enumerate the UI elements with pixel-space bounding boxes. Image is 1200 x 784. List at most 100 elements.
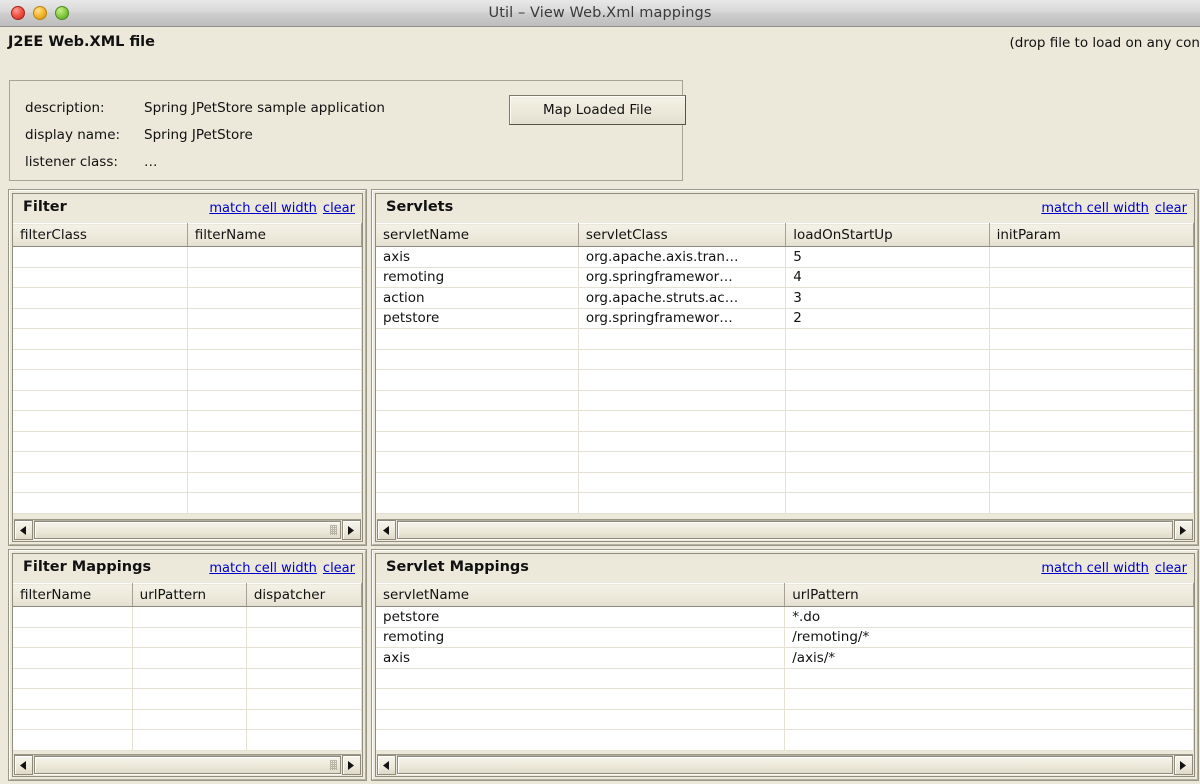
filter-mappings-match-cell-width-link[interactable]: match cell width <box>209 561 317 576</box>
table-cell[interactable] <box>785 369 990 391</box>
column-header-loadOnStartUp[interactable]: loadOnStartUp <box>785 223 990 247</box>
table-row-empty[interactable] <box>13 431 362 452</box>
table-cell[interactable] <box>187 472 362 493</box>
map-loaded-file-button[interactable]: Map Loaded File <box>509 95 686 125</box>
table-cell[interactable] <box>246 688 362 710</box>
table-cell[interactable]: org.springframewor… <box>578 267 787 288</box>
zoom-button[interactable] <box>55 6 69 20</box>
filter-mappings-scroll-track[interactable] <box>34 755 341 775</box>
table-cell[interactable] <box>187 349 362 370</box>
table-cell[interactable] <box>784 729 1194 751</box>
scroll-left-icon[interactable] <box>377 520 396 540</box>
table-cell[interactable] <box>989 267 1194 288</box>
close-button[interactable] <box>11 6 25 20</box>
table-cell[interactable] <box>132 729 247 751</box>
table-cell[interactable] <box>578 431 787 452</box>
table-cell[interactable] <box>376 410 579 432</box>
table-row-empty[interactable] <box>376 451 1194 473</box>
table-cell[interactable] <box>989 369 1194 391</box>
filter-mappings-table-wrap[interactable]: filterName urlPattern dispatcher <box>13 583 362 754</box>
table-cell[interactable] <box>784 709 1194 730</box>
table-cell[interactable] <box>187 451 362 473</box>
servlets-match-cell-width-link[interactable]: match cell width <box>1041 201 1149 216</box>
table-cell[interactable]: 3 <box>785 287 990 309</box>
table-row-empty[interactable] <box>376 472 1194 493</box>
table-row-empty[interactable] <box>376 668 1194 689</box>
table-cell[interactable] <box>13 431 188 452</box>
table-row-empty[interactable] <box>13 267 362 288</box>
table-row-empty[interactable] <box>13 410 362 432</box>
table-cell[interactable]: action <box>376 287 579 309</box>
table-cell[interactable] <box>13 729 133 751</box>
table-cell[interactable] <box>376 390 579 411</box>
table-cell[interactable] <box>13 308 188 329</box>
table-row[interactable]: remoting/remoting/* <box>376 627 1194 648</box>
servlets-hscrollbar[interactable] <box>377 519 1193 540</box>
table-cell[interactable] <box>578 492 787 514</box>
scroll-right-icon[interactable] <box>342 520 361 540</box>
table-cell[interactable] <box>784 688 1194 710</box>
table-cell[interactable] <box>13 451 188 473</box>
table-cell[interactable] <box>785 390 990 411</box>
table-cell[interactable] <box>785 472 990 493</box>
table-cell[interactable] <box>132 709 247 730</box>
table-cell[interactable] <box>989 287 1194 309</box>
table-row-empty[interactable] <box>13 349 362 370</box>
table-cell[interactable]: org.apache.axis.tran… <box>578 246 787 268</box>
table-cell[interactable] <box>785 492 990 514</box>
column-header-servletClass[interactable]: servletClass <box>578 223 787 247</box>
table-cell[interactable] <box>246 606 362 628</box>
table-row-empty[interactable] <box>376 729 1194 751</box>
table-row[interactable]: petstore *.do <box>376 606 1194 628</box>
servlets-scroll-track[interactable] <box>397 520 1173 540</box>
table-row-empty[interactable] <box>13 287 362 309</box>
table-cell[interactable] <box>13 328 188 350</box>
filter-hscrollbar[interactable] <box>14 519 361 540</box>
servlets-scroll-thumb[interactable] <box>397 521 1173 539</box>
table-cell[interactable] <box>132 668 247 689</box>
table-row-empty[interactable] <box>13 729 362 751</box>
table-cell[interactable]: axis <box>376 647 786 669</box>
table-cell[interactable] <box>578 328 787 350</box>
table-cell[interactable] <box>13 688 133 710</box>
table-cell[interactable]: 2 <box>785 308 990 329</box>
table-row[interactable]: axis org.apache.axis.tran… 5 <box>376 246 1194 268</box>
column-header-filterName[interactable]: filterName <box>13 583 133 607</box>
table-row-empty[interactable] <box>13 369 362 391</box>
table-row[interactable]: petstore org.springframewor… 2 <box>376 308 1194 329</box>
table-cell[interactable] <box>989 308 1194 329</box>
filter-match-cell-width-link[interactable]: match cell width <box>209 201 317 216</box>
scroll-right-icon[interactable] <box>342 755 361 775</box>
table-cell[interactable] <box>578 349 787 370</box>
table-cell[interactable] <box>132 606 247 628</box>
filter-scroll-thumb[interactable] <box>34 521 341 539</box>
column-header-servletName[interactable]: servletName <box>376 223 579 247</box>
table-cell[interactable] <box>578 410 787 432</box>
filter-clear-link[interactable]: clear <box>323 201 355 216</box>
table-cell[interactable] <box>578 451 787 473</box>
table-cell[interactable]: 4 <box>785 267 990 288</box>
table-cell[interactable]: petstore <box>376 606 786 628</box>
table-cell[interactable] <box>187 287 362 309</box>
scroll-left-icon[interactable] <box>14 520 33 540</box>
column-header-filterClass[interactable]: filterClass <box>13 223 188 247</box>
scroll-left-icon[interactable] <box>14 755 33 775</box>
table-cell[interactable] <box>13 627 133 648</box>
scroll-right-icon[interactable] <box>1174 520 1193 540</box>
table-row-empty[interactable] <box>13 627 362 648</box>
table-cell[interactable] <box>376 668 786 689</box>
table-cell[interactable] <box>784 668 1194 689</box>
table-cell[interactable] <box>13 267 188 288</box>
table-cell[interactable] <box>989 431 1194 452</box>
table-cell[interactable] <box>376 472 579 493</box>
filter-mappings-scroll-thumb[interactable] <box>34 756 341 774</box>
table-cell[interactable]: *.do <box>784 606 1194 628</box>
table-cell[interactable] <box>785 431 990 452</box>
table-cell[interactable] <box>989 451 1194 473</box>
table-cell[interactable] <box>13 287 188 309</box>
table-cell[interactable] <box>376 369 579 391</box>
table-row-empty[interactable] <box>376 390 1194 411</box>
table-cell[interactable] <box>376 709 786 730</box>
table-cell[interactable] <box>13 410 188 432</box>
column-header-dispatcher[interactable]: dispatcher <box>246 583 362 607</box>
